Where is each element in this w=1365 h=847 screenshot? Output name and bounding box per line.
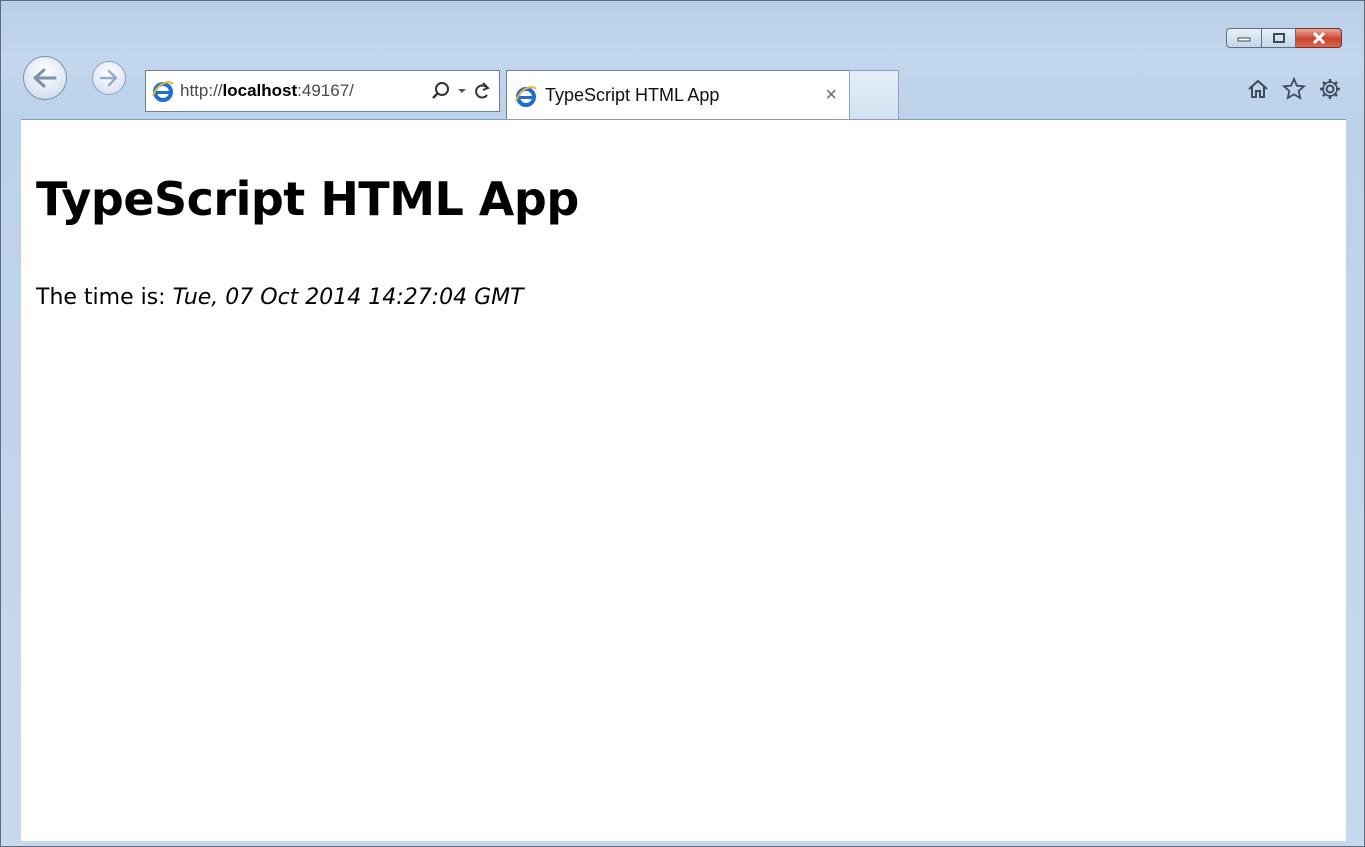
tab-title: TypeScript HTML App bbox=[545, 85, 720, 105]
window-controls bbox=[1226, 28, 1342, 48]
back-button[interactable] bbox=[23, 56, 67, 100]
dropdown-icon[interactable] bbox=[457, 87, 467, 95]
url-port: :49167/ bbox=[297, 81, 354, 100]
home-icon[interactable] bbox=[1246, 77, 1270, 101]
time-line: The time is: Tue, 07 Oct 2014 14:27:04 G… bbox=[36, 285, 524, 310]
minimize-icon bbox=[1237, 37, 1251, 42]
maximize-icon bbox=[1272, 33, 1285, 43]
browser-window: http://localhost:49167/ TypeScript HTML … bbox=[0, 0, 1365, 847]
address-tools bbox=[431, 81, 499, 101]
address-bar[interactable]: http://localhost:49167/ bbox=[145, 70, 500, 112]
gear-icon[interactable] bbox=[1318, 77, 1342, 101]
close-window-button[interactable] bbox=[1296, 28, 1342, 48]
close-icon bbox=[1312, 32, 1325, 44]
url-host: localhost bbox=[222, 81, 298, 100]
refresh-icon[interactable] bbox=[473, 81, 491, 101]
page-heading: TypeScript HTML App bbox=[36, 172, 579, 226]
ie-logo-icon bbox=[152, 81, 174, 102]
time-label: The time is: bbox=[36, 285, 173, 310]
page-content: TypeScript HTML App The time is: Tue, 07… bbox=[21, 119, 1346, 841]
tab-active[interactable]: TypeScript HTML App × bbox=[506, 70, 850, 120]
address-url[interactable]: http://localhost:49167/ bbox=[180, 81, 354, 101]
time-value: Tue, 07 Oct 2014 14:27:04 GMT bbox=[172, 285, 524, 310]
forward-arrow-icon bbox=[99, 69, 118, 87]
maximize-button[interactable] bbox=[1262, 28, 1296, 48]
minimize-button[interactable] bbox=[1226, 28, 1262, 48]
search-icon[interactable] bbox=[431, 81, 451, 101]
toolbar-right bbox=[1246, 77, 1342, 101]
forward-button[interactable] bbox=[92, 61, 126, 95]
new-tab-button[interactable] bbox=[849, 70, 899, 120]
ie-logo-icon bbox=[515, 85, 537, 107]
tab-close-button[interactable]: × bbox=[825, 84, 837, 107]
favorites-star-icon[interactable] bbox=[1282, 77, 1306, 101]
back-arrow-icon bbox=[33, 68, 57, 88]
url-scheme: http:// bbox=[180, 81, 223, 100]
